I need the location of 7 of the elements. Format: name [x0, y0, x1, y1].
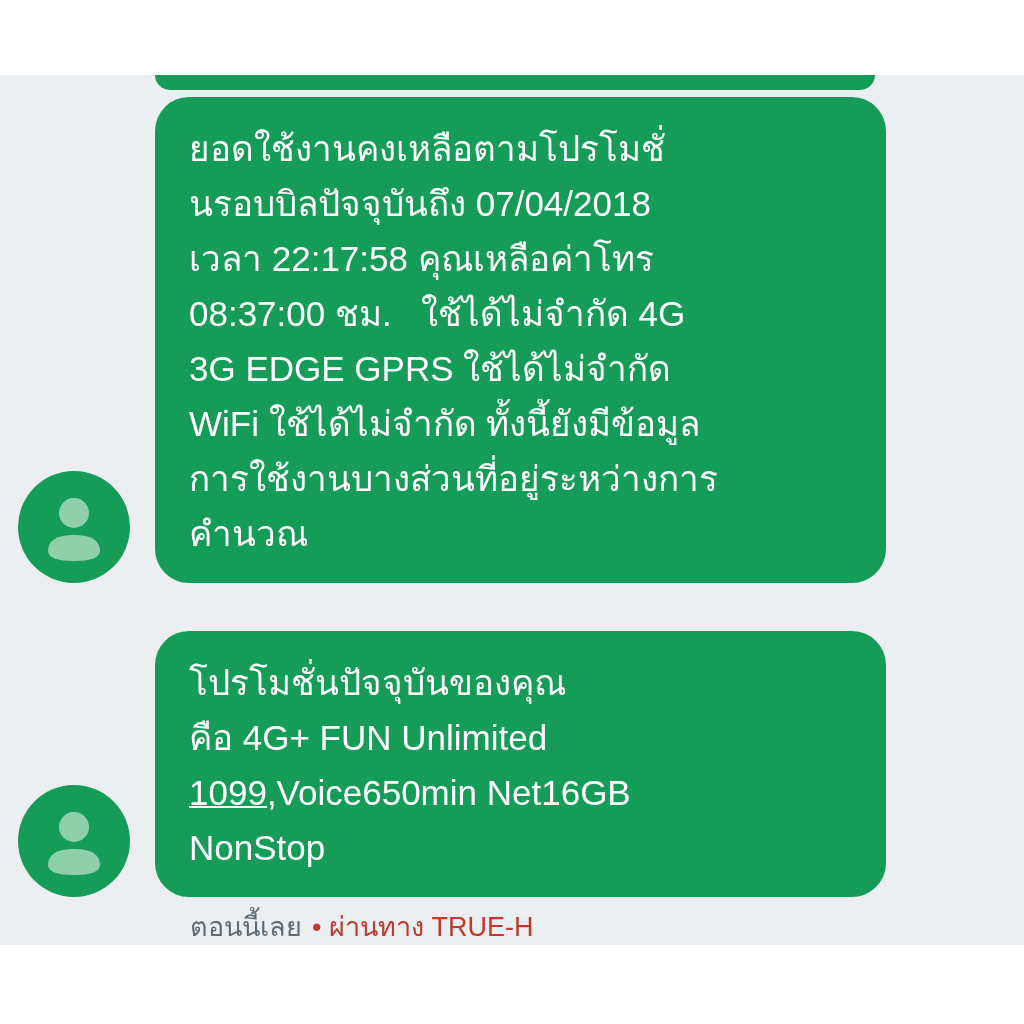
message-text: โปรโมชั่นปัจจุบันของคุณ คือ 4G+ FUN Unlimited 1099,Voice650min Net16GB NonStop — [189, 655, 856, 875]
number-link[interactable]: 1099 — [189, 773, 267, 812]
timestamp: ตอนนี้เลย — [190, 905, 302, 948]
message-text: ยอดใช้งานคงเหลือตามโปรโมชั่ นรอบบิลปัจจุบันถึง 07/04/2018 เวลา 22:17:58 คุณเหลือค่าโทร 08:37:00 ชม. ใช้ได้ไม่จำกัด 4G 3G EDGE GPRS ใช้ได้ไม่จำกัด WiFi ใช้ได้ไม่จำกัด ทั้งนี้ยังมีข้อมูล การใช้งานบางส่วนที่อยู่ระหว่างการ คำนวณ — [189, 121, 856, 561]
avatar-icon — [18, 785, 130, 897]
avatar-icon — [18, 471, 130, 583]
sender-info: • ผ่านทาง TRUE-H — [312, 911, 534, 944]
